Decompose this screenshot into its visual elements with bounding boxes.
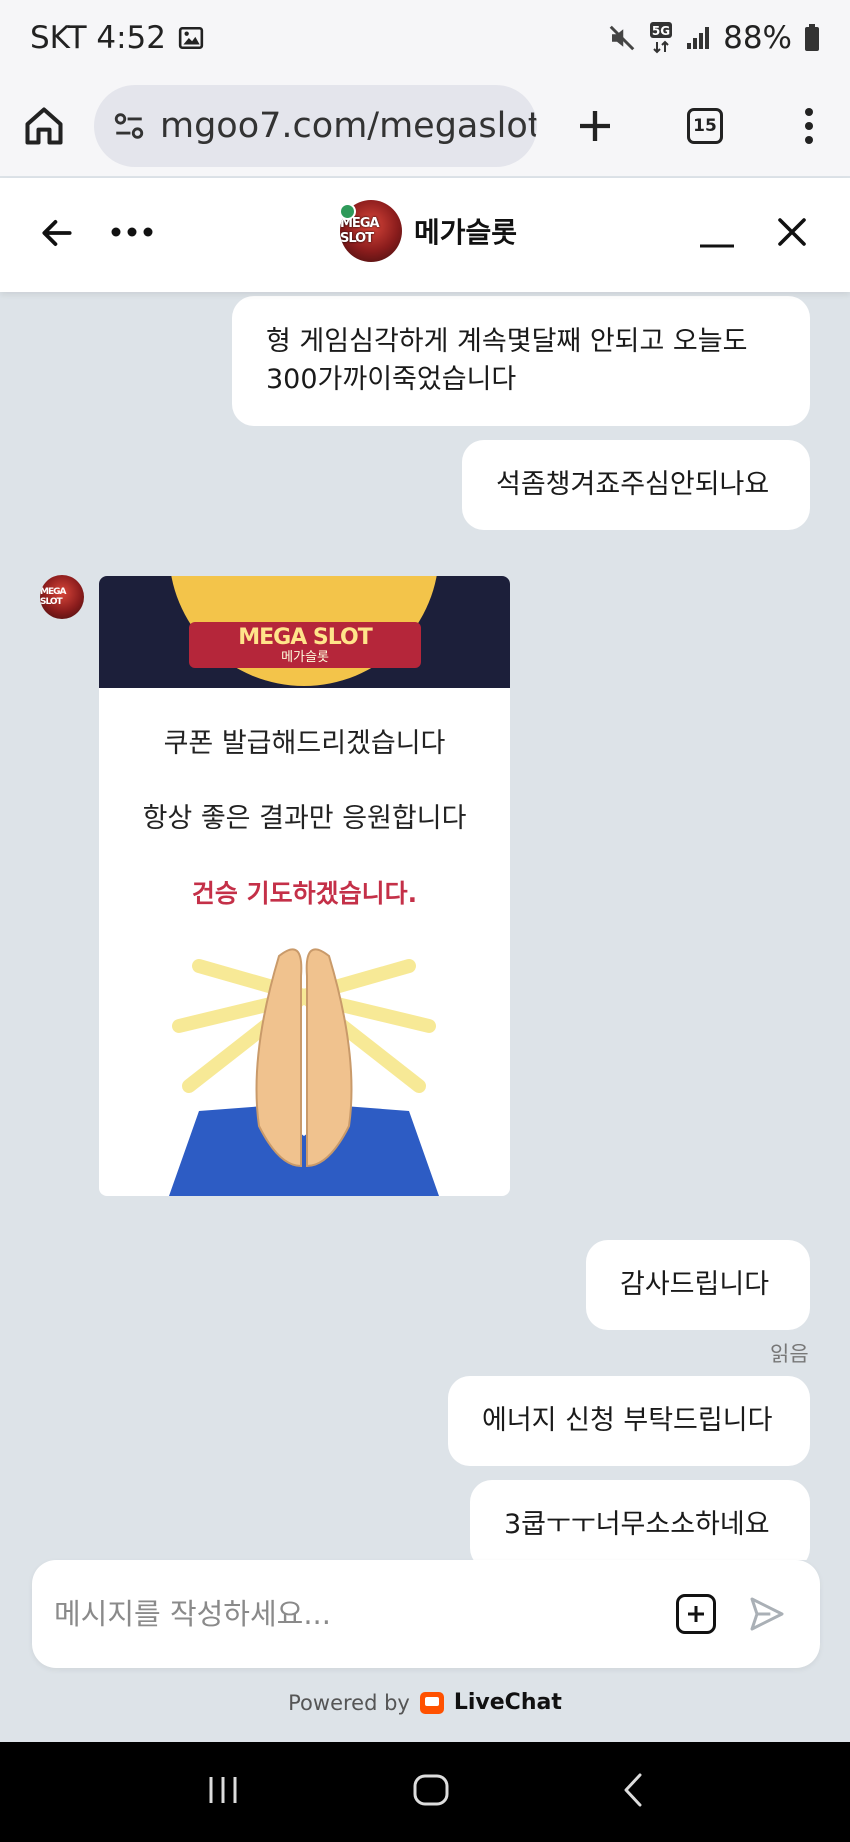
image-text-line: 쿠폰 발급해드리겠습니다 (163, 728, 446, 759)
message-text: 감사드립니다 (620, 1269, 770, 1300)
message-text: 형 게임심각하게 계속몇달째 안되고 오늘도 300가까이죽었습니다 (266, 326, 748, 395)
message-input[interactable] (54, 1597, 676, 1631)
message-bubble: 감사드립니다 (586, 1240, 810, 1330)
recent-apps-icon[interactable] (205, 1774, 241, 1810)
back-nav-icon[interactable] (621, 1772, 645, 1812)
battery-icon (804, 24, 820, 52)
tab-switcher-button[interactable]: 15 (687, 108, 723, 144)
message-text: 에너지 신청 부탁드립니다 (482, 1405, 773, 1436)
chat-header: MEGA SLOT 메가슬롯 (0, 178, 850, 292)
livechat-brand: LiveChat (453, 1690, 562, 1715)
image-banner: MEGA SLOT 메가슬롯 (99, 576, 510, 688)
system-nav-bar (0, 1742, 850, 1842)
send-icon[interactable] (746, 1594, 788, 1634)
message-text: 석좀챙겨죠주심안되나요 (496, 469, 770, 500)
chat-options-icon[interactable] (110, 226, 154, 238)
site-settings-icon[interactable] (112, 109, 146, 143)
image-text-line-highlight: 건승 기도하겠습니다. (191, 879, 418, 908)
image-message[interactable]: MEGA SLOT 메가슬롯 쿠폰 발급해드리겠습니다 항상 좋은 결과만 응원… (99, 576, 510, 1196)
message-bubble: 석좀챙겨죠주심안되나요 (462, 440, 810, 530)
url-text[interactable]: mgoo7.com/megaslot (160, 106, 537, 146)
tab-count: 15 (687, 108, 723, 144)
read-receipt: 읽음 (770, 1342, 809, 1366)
message-bubble: 3쿱ㅜㅜ너무소소하네요 (470, 1480, 810, 1560)
online-status-dot (339, 203, 356, 220)
signal-icon (685, 25, 711, 51)
powered-by-text: Powered by (288, 1690, 410, 1715)
logo-subtext: 메가슬롯 (281, 649, 329, 665)
attach-plus-icon[interactable] (676, 1594, 716, 1634)
message-text: 3쿱ㅜㅜ너무소소하네요 (504, 1509, 770, 1540)
praying-hands-icon (169, 948, 439, 1196)
mega-slot-logo: MEGA SLOT 메가슬롯 (189, 622, 421, 668)
home-icon[interactable] (22, 104, 66, 148)
more-menu-icon[interactable] (803, 107, 815, 145)
new-tab-icon[interactable] (575, 106, 615, 146)
mute-icon (607, 23, 637, 53)
chat-agent-info: MEGA SLOT 메가슬롯 (340, 200, 517, 262)
network-label: 5G (652, 24, 670, 38)
image-text-line: 항상 좋은 결과만 응원합니다 (142, 803, 467, 834)
status-carrier-time: SKT 4:52 (30, 20, 167, 56)
avatar-logo-text: MEGA SLOT (340, 216, 380, 246)
chat-title: 메가슬롯 (414, 216, 518, 249)
back-arrow-icon[interactable] (38, 214, 76, 252)
message-composer (32, 1560, 820, 1668)
chat-messages[interactable]: 형 게임심각하게 계속몇달째 안되고 오늘도 300가까이죽었습니다 석좀챙겨죠… (0, 292, 850, 1560)
address-bar[interactable]: mgoo7.com/megaslot (94, 85, 537, 167)
gallery-notification-icon (178, 25, 204, 51)
avatar-logo-text: MEGA SLOT (40, 587, 66, 607)
status-bar: SKT 4:52 5G 88% (0, 0, 850, 76)
network-5g-icon: 5G (649, 21, 673, 55)
battery-percent: 88% (723, 20, 792, 56)
message-bubble: 형 게임심각하게 계속몇달째 안되고 오늘도 300가까이죽었습니다 (232, 296, 810, 426)
agent-message-avatar: MEGA SLOT (40, 575, 84, 619)
livechat-logo-icon (419, 1691, 444, 1714)
logo-text: MEGA SLOT (238, 624, 372, 650)
browser-toolbar: mgoo7.com/megaslot 15 (0, 76, 850, 176)
home-nav-icon[interactable] (412, 1773, 450, 1811)
close-icon[interactable] (774, 214, 810, 250)
powered-by-footer[interactable]: Powered by LiveChat (0, 1690, 850, 1715)
minimize-icon[interactable] (698, 220, 736, 250)
message-bubble: 에너지 신청 부탁드립니다 (448, 1376, 810, 1466)
